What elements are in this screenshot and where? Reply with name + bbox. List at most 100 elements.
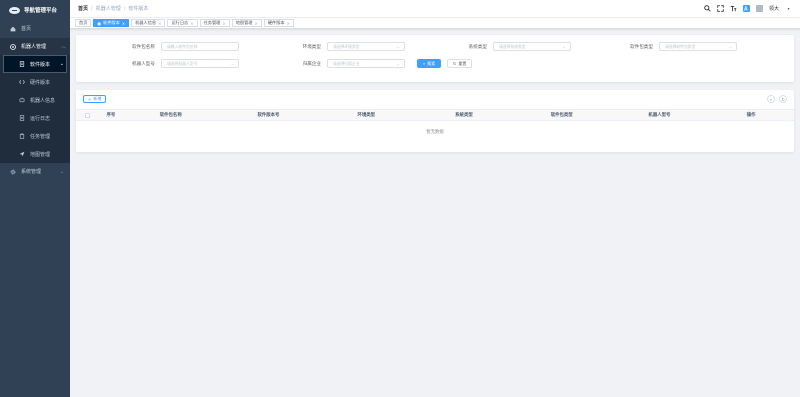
breadcrumb-robot-management: 机器人管理 [95,6,121,12]
tag-robot-info[interactable]: 机器人信息 × [131,19,166,27]
app-logo[interactable]: 导航管理平台 [0,0,70,20]
sidebar-item-run-log[interactable]: 运行日志 [0,109,70,127]
tag-label: 运行日志 [171,20,189,25]
sidebar-item-label: 任务管理 [30,133,51,140]
username[interactable]: 领大 [769,5,779,12]
tag-map-management[interactable]: 地图管理 × [231,19,262,27]
field-package-name: 软件包名称 请输入软件包名称 [117,42,239,51]
close-icon[interactable]: × [158,21,161,26]
sidebar-item-system-management[interactable]: 系统管理 ⌄ [0,163,70,180]
dashboard-icon [10,26,16,31]
close-icon[interactable]: × [122,21,125,26]
github-icon [10,43,16,50]
close-icon[interactable]: × [222,21,225,26]
dot-icon: ● [97,20,102,26]
sidebar-item-robot-info[interactable]: 机器人信息 [0,91,70,109]
search-icon: ⌕ [769,96,773,102]
chevron-down-icon: ⌄ [396,61,400,66]
sidebar-item-label: 运行日志 [30,115,51,122]
package-type-select[interactable]: 请选择软件包类型 ⌄ [659,42,737,51]
field-system-type: 系统类型 请选择系统类型 ⌄ [449,42,571,51]
select-placeholder: 请选择机器人型号 [167,60,198,66]
close-icon[interactable]: × [287,21,290,26]
logo-icon [9,6,20,14]
app-title: 导航管理平台 [24,8,58,14]
gear-icon [10,169,16,174]
column-header: 软件版本号 [257,113,280,118]
sidebar-item-software-version[interactable]: 软件版本 ⌄ [3,55,67,73]
column-header: 软件包类型 [550,113,573,118]
select-placeholder: 请选择系统类型 [499,43,526,49]
sidebar-item-label: 系统管理 [21,169,42,175]
chevron-down-icon: ⌄ [59,61,64,67]
tag-label: 地图管理 [235,20,253,25]
chevron-down-icon: ⌄ [728,44,732,49]
sidebar-item-home[interactable]: 首页 [0,20,70,37]
select-all-checkbox[interactable] [85,112,91,118]
package-name-input[interactable]: 请输入软件包名称 [161,42,239,51]
column-header: 机器人型号 [648,113,671,118]
field-environment-type: 环境类型 请选择环境类型 ⌄ [283,42,405,51]
system-type-select[interactable]: 请选择系统类型 ⌄ [493,42,571,51]
tag-software-version[interactable]: ● 软件版本 × [93,19,130,27]
environment-type-select[interactable]: 请选择环境类型 ⌄ [327,42,405,51]
sidebar: 导航管理平台 首页 机器人管理 ︿ 软件版本 ⌄ 硬件版本 机器人信息 运行日志… [0,0,70,397]
table-card: + 新增 ⌕ ↻ 序号 软件包名称 软件版本号 环境类型 系统类型 软件包类型 机… [76,90,794,152]
log-icon [19,115,25,121]
sidebar-item-label: 地图管理 [30,151,51,158]
plus-icon: + [88,96,92,102]
empty-text: 暂无数据 [426,130,444,135]
tag-run-log[interactable]: 运行日志 × [167,19,198,27]
sidebar-item-hardware-version[interactable]: 硬件版本 [0,73,70,91]
robot-submenu: 软件版本 ⌄ 硬件版本 机器人信息 运行日志 任务管理 地图管理 [0,55,70,163]
navbar-actions: 领大 ▾ [704,5,792,12]
refresh-icon: ↻ [781,96,785,102]
fullscreen-icon[interactable] [717,5,724,12]
sidebar-item-label: 硬件版本 [30,79,51,86]
translate-icon[interactable] [742,5,750,12]
caret-down-icon[interactable]: ▾ [785,5,792,12]
robot-model-select[interactable]: 请选择机器人型号 ⌄ [161,59,239,68]
tag-home[interactable]: 首页 [75,19,92,27]
avatar[interactable] [755,5,763,12]
close-icon[interactable]: × [190,21,193,26]
toggle-search-button[interactable]: ⌕ [767,95,775,103]
sidebar-item-robot-management[interactable]: 机器人管理 ︿ [0,38,70,55]
sidebar-item-label: 机器人信息 [30,97,56,104]
chevron-down-icon: ⌄ [59,168,64,175]
code-icon [19,80,25,84]
reset-button-label: 重置 [458,60,467,66]
field-label: 软件包类型 [630,44,653,50]
field-label: 系统类型 [468,44,487,50]
font-size-icon[interactable] [730,5,737,12]
reset-button[interactable]: ↻ 重置 [447,59,473,68]
breadcrumb-separator: / [123,5,126,12]
breadcrumb-separator: / [91,5,93,12]
search-icon[interactable] [704,5,711,12]
field-label: 机器人型号 [132,61,155,67]
column-header: 系统类型 [455,113,473,118]
tag-label: 首页 [79,20,88,25]
close-icon[interactable]: × [255,21,258,26]
column-header: 操作 [746,113,756,118]
field-label: 环境类型 [302,44,321,50]
add-button-label: 新增 [93,96,102,101]
breadcrumb-current: 软件版本 [128,6,149,12]
app-root: 导航管理平台 首页 机器人管理 ︿ 软件版本 ⌄ 硬件版本 机器人信息 运行日志… [0,0,800,397]
tag-hardware-version[interactable]: 硬件版本 × [263,19,294,27]
sidebar-item-task-management[interactable]: 任务管理 [0,127,70,145]
enterprise-select[interactable]: 请选择归属企业 ⌄ [327,59,405,68]
search-form: 软件包名称 请输入软件包名称 环境类型 请选择环境类型 ⌄ 系统类型 请选择系统类… [76,35,794,82]
search-button-label: 搜索 [427,60,436,66]
search-button[interactable]: ⌕ 搜索 [417,59,442,68]
tags-view: 首页 ● 软件版本 × 机器人信息 × 运行日志 × 任务管理 × 地图管理 × 硬件版本 × [70,18,800,29]
tag-task-management[interactable]: 任务管理 × [199,19,230,27]
field-package-type: 软件包类型 请选择软件包类型 ⌄ [615,42,737,51]
refresh-icon: ↻ [453,61,457,66]
breadcrumb-home[interactable]: 首页 [78,5,88,12]
sidebar-item-map-management[interactable]: 地图管理 [0,145,70,163]
add-button[interactable]: + 新增 [83,95,107,103]
refresh-button[interactable]: ↻ [779,95,787,103]
column-header: 序号 [106,113,116,118]
breadcrumb: 首页 / 机器人管理 / 软件版本 [78,5,149,13]
